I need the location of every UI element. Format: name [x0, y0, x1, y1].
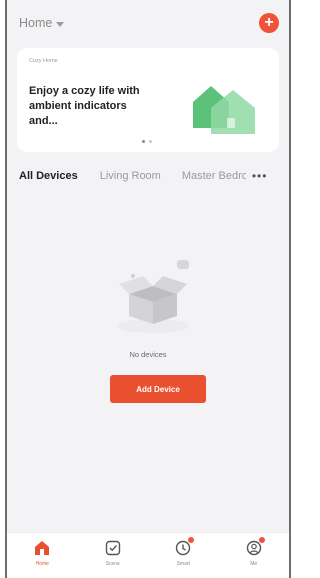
notification-badge — [188, 537, 195, 543]
empty-state-message: No devices — [129, 350, 167, 359]
banner-headline: Enjoy a cozy life with ambient indicator… — [29, 85, 140, 127]
empty-box-icon — [117, 260, 189, 333]
tab-master-bedroom[interactable]: Master Bedroom — [182, 170, 246, 182]
nav-scene[interactable]: Scene — [88, 539, 138, 567]
pager-dot — [142, 140, 145, 143]
notification-badge — [258, 537, 265, 543]
nav-label: Smart — [176, 561, 190, 567]
banner-brand: Cozy Home — [29, 58, 58, 64]
nav-label: Home — [35, 561, 49, 567]
add-icon[interactable]: + — [259, 13, 279, 33]
top-bar: Home + — [7, 0, 289, 46]
home-icon — [35, 541, 50, 555]
add-device-button[interactable]: Add Device — [110, 375, 206, 403]
promo-banner[interactable]: Cozy Home Enjoy a cozy life with ambient… — [17, 48, 279, 152]
banner-pager — [142, 140, 152, 143]
tab-all-devices[interactable]: All Devices — [19, 170, 78, 182]
me-icon-wrap — [245, 537, 265, 557]
nav-label: Scene — [105, 561, 120, 567]
bottom-nav: Home Scene Smart Me — [7, 532, 289, 578]
more-icon[interactable]: ••• — [252, 169, 268, 183]
app-screen: Home + Cozy Home Enjoy a cozy life with … — [5, 0, 291, 578]
nav-smart[interactable]: Smart — [158, 537, 208, 567]
nav-me[interactable]: Me — [229, 537, 279, 567]
pager-dot — [149, 140, 152, 143]
nav-label: Me — [250, 561, 258, 567]
nav-home[interactable]: Home — [17, 539, 67, 567]
scene-icon — [105, 540, 120, 556]
houses-illustration — [193, 86, 255, 134]
tab-living-room[interactable]: Living Room — [100, 170, 161, 182]
home-selector-label: Home — [19, 16, 53, 30]
room-tabs: All Devices Living Room Master Bedroom •… — [7, 164, 289, 188]
home-selector[interactable]: Home — [19, 16, 65, 30]
smart-icon-wrap — [174, 537, 195, 557]
caret-down-icon — [56, 21, 65, 27]
